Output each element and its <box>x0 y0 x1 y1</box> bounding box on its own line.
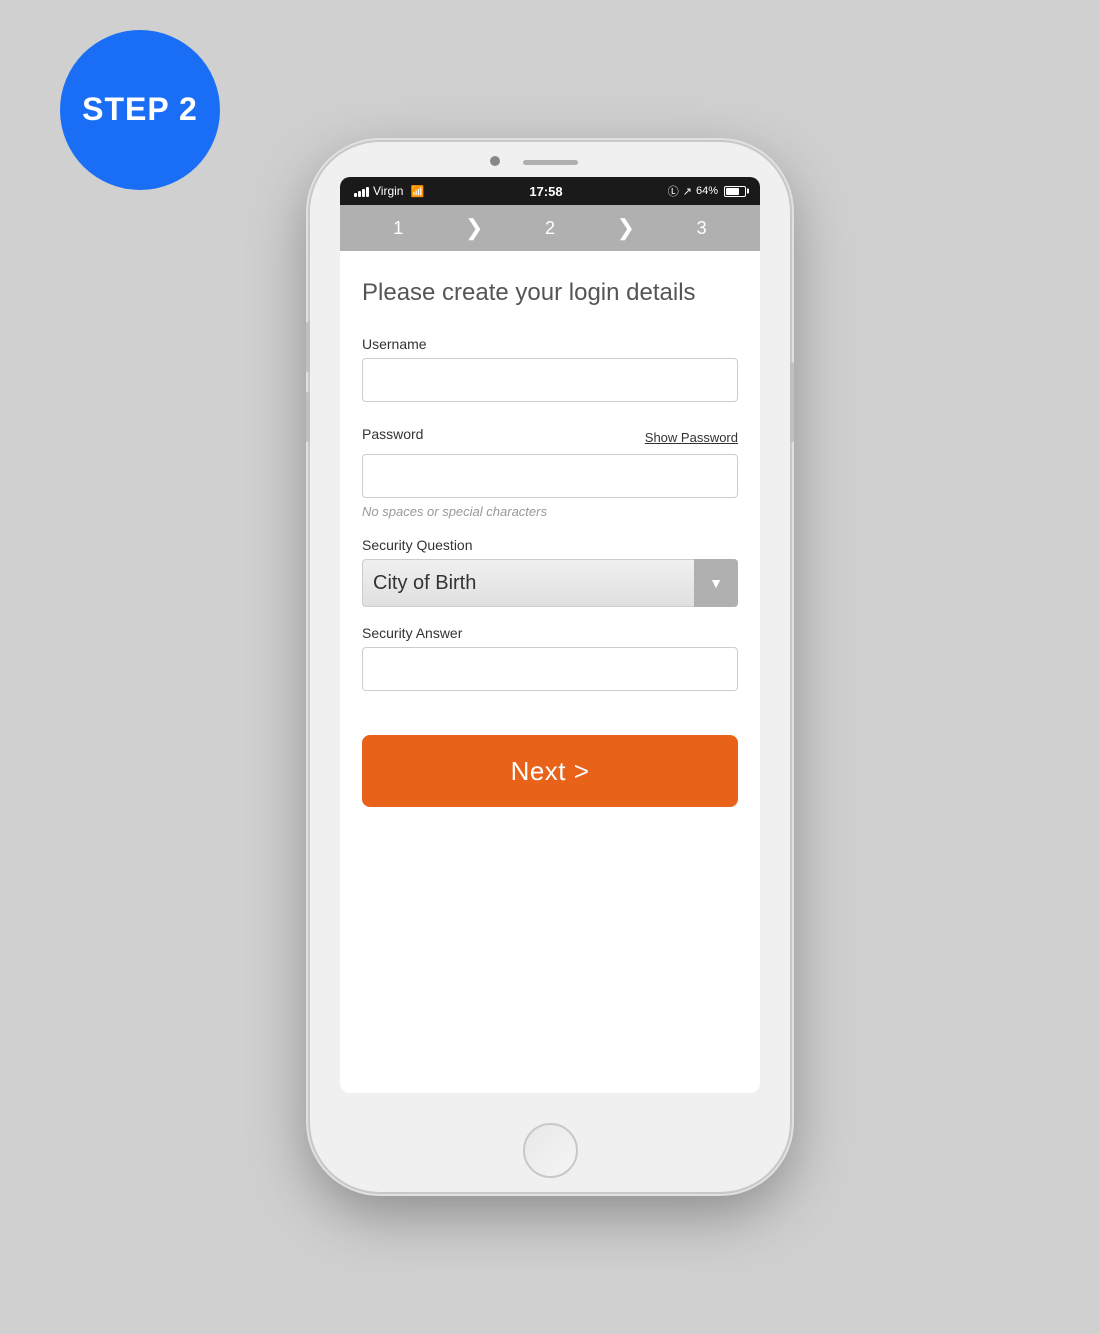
phone-top <box>310 142 790 165</box>
step-3-number: 3 <box>687 218 717 239</box>
status-left: Virgin 📶 <box>354 184 424 198</box>
step-badge: STEP 2 <box>60 30 220 190</box>
show-password-toggle[interactable]: Show Password <box>645 430 738 445</box>
battery-icon <box>724 186 746 197</box>
signal-bar-3 <box>362 189 365 197</box>
signal-icon <box>354 185 369 197</box>
step-badge-text: STEP 2 <box>82 92 198 127</box>
password-field-group: Password Show Password No spaces or spec… <box>362 426 738 519</box>
security-question-select[interactable]: City of Birth Mother's Maiden Name First… <box>362 559 738 607</box>
status-bar: Virgin 📶 17:58 Ⓛ ↗ 64% <box>340 177 760 205</box>
signal-bar-1 <box>354 193 357 197</box>
security-question-label: Security Question <box>362 537 738 553</box>
phone-screen: Virgin 📶 17:58 Ⓛ ↗ 64% 1 ❯ 2 ❯ 3 Please … <box>340 177 760 1093</box>
form-title: Please create your login details <box>362 277 738 308</box>
steps-progress-bar: 1 ❯ 2 ❯ 3 <box>340 205 760 251</box>
front-camera <box>490 156 500 166</box>
navigation-icon: ↗ <box>683 185 692 198</box>
password-label-row: Password Show Password <box>362 426 738 448</box>
security-answer-input[interactable] <box>362 647 738 691</box>
volume-down-button <box>306 392 310 442</box>
password-input[interactable] <box>362 454 738 498</box>
security-answer-label: Security Answer <box>362 625 738 641</box>
username-label: Username <box>362 336 738 352</box>
security-question-select-wrapper: City of Birth Mother's Maiden Name First… <box>362 559 738 607</box>
battery-percent: 64% <box>696 185 718 197</box>
phone-frame: Virgin 📶 17:58 Ⓛ ↗ 64% 1 ❯ 2 ❯ 3 Please … <box>310 142 790 1192</box>
volume-up-button <box>306 322 310 372</box>
status-time: 17:58 <box>529 184 562 199</box>
step-arrow-2: ❯ <box>617 215 635 241</box>
next-button[interactable]: Next > <box>362 735 738 807</box>
home-button[interactable] <box>523 1123 578 1178</box>
battery-fill <box>726 188 739 195</box>
earpiece <box>523 160 578 165</box>
step-arrow-1: ❯ <box>465 215 483 241</box>
location-icon: Ⓛ <box>668 183 679 199</box>
step-2-number: 2 <box>535 218 565 239</box>
signal-bar-2 <box>358 191 361 197</box>
signal-bar-4 <box>366 187 369 197</box>
wifi-icon: 📶 <box>410 185 424 198</box>
security-question-field-group: Security Question City of Birth Mother's… <box>362 537 738 607</box>
username-field-group: Username <box>362 336 738 408</box>
security-answer-field-group: Security Answer <box>362 625 738 697</box>
username-input[interactable] <box>362 358 738 402</box>
step-1-number: 1 <box>383 218 413 239</box>
status-right: Ⓛ ↗ 64% <box>668 183 746 199</box>
password-label: Password <box>362 426 423 442</box>
power-button <box>790 362 794 442</box>
carrier-name: Virgin <box>373 184 403 198</box>
form-area: Please create your login details Usernam… <box>340 251 760 1093</box>
password-hint: No spaces or special characters <box>362 504 738 519</box>
